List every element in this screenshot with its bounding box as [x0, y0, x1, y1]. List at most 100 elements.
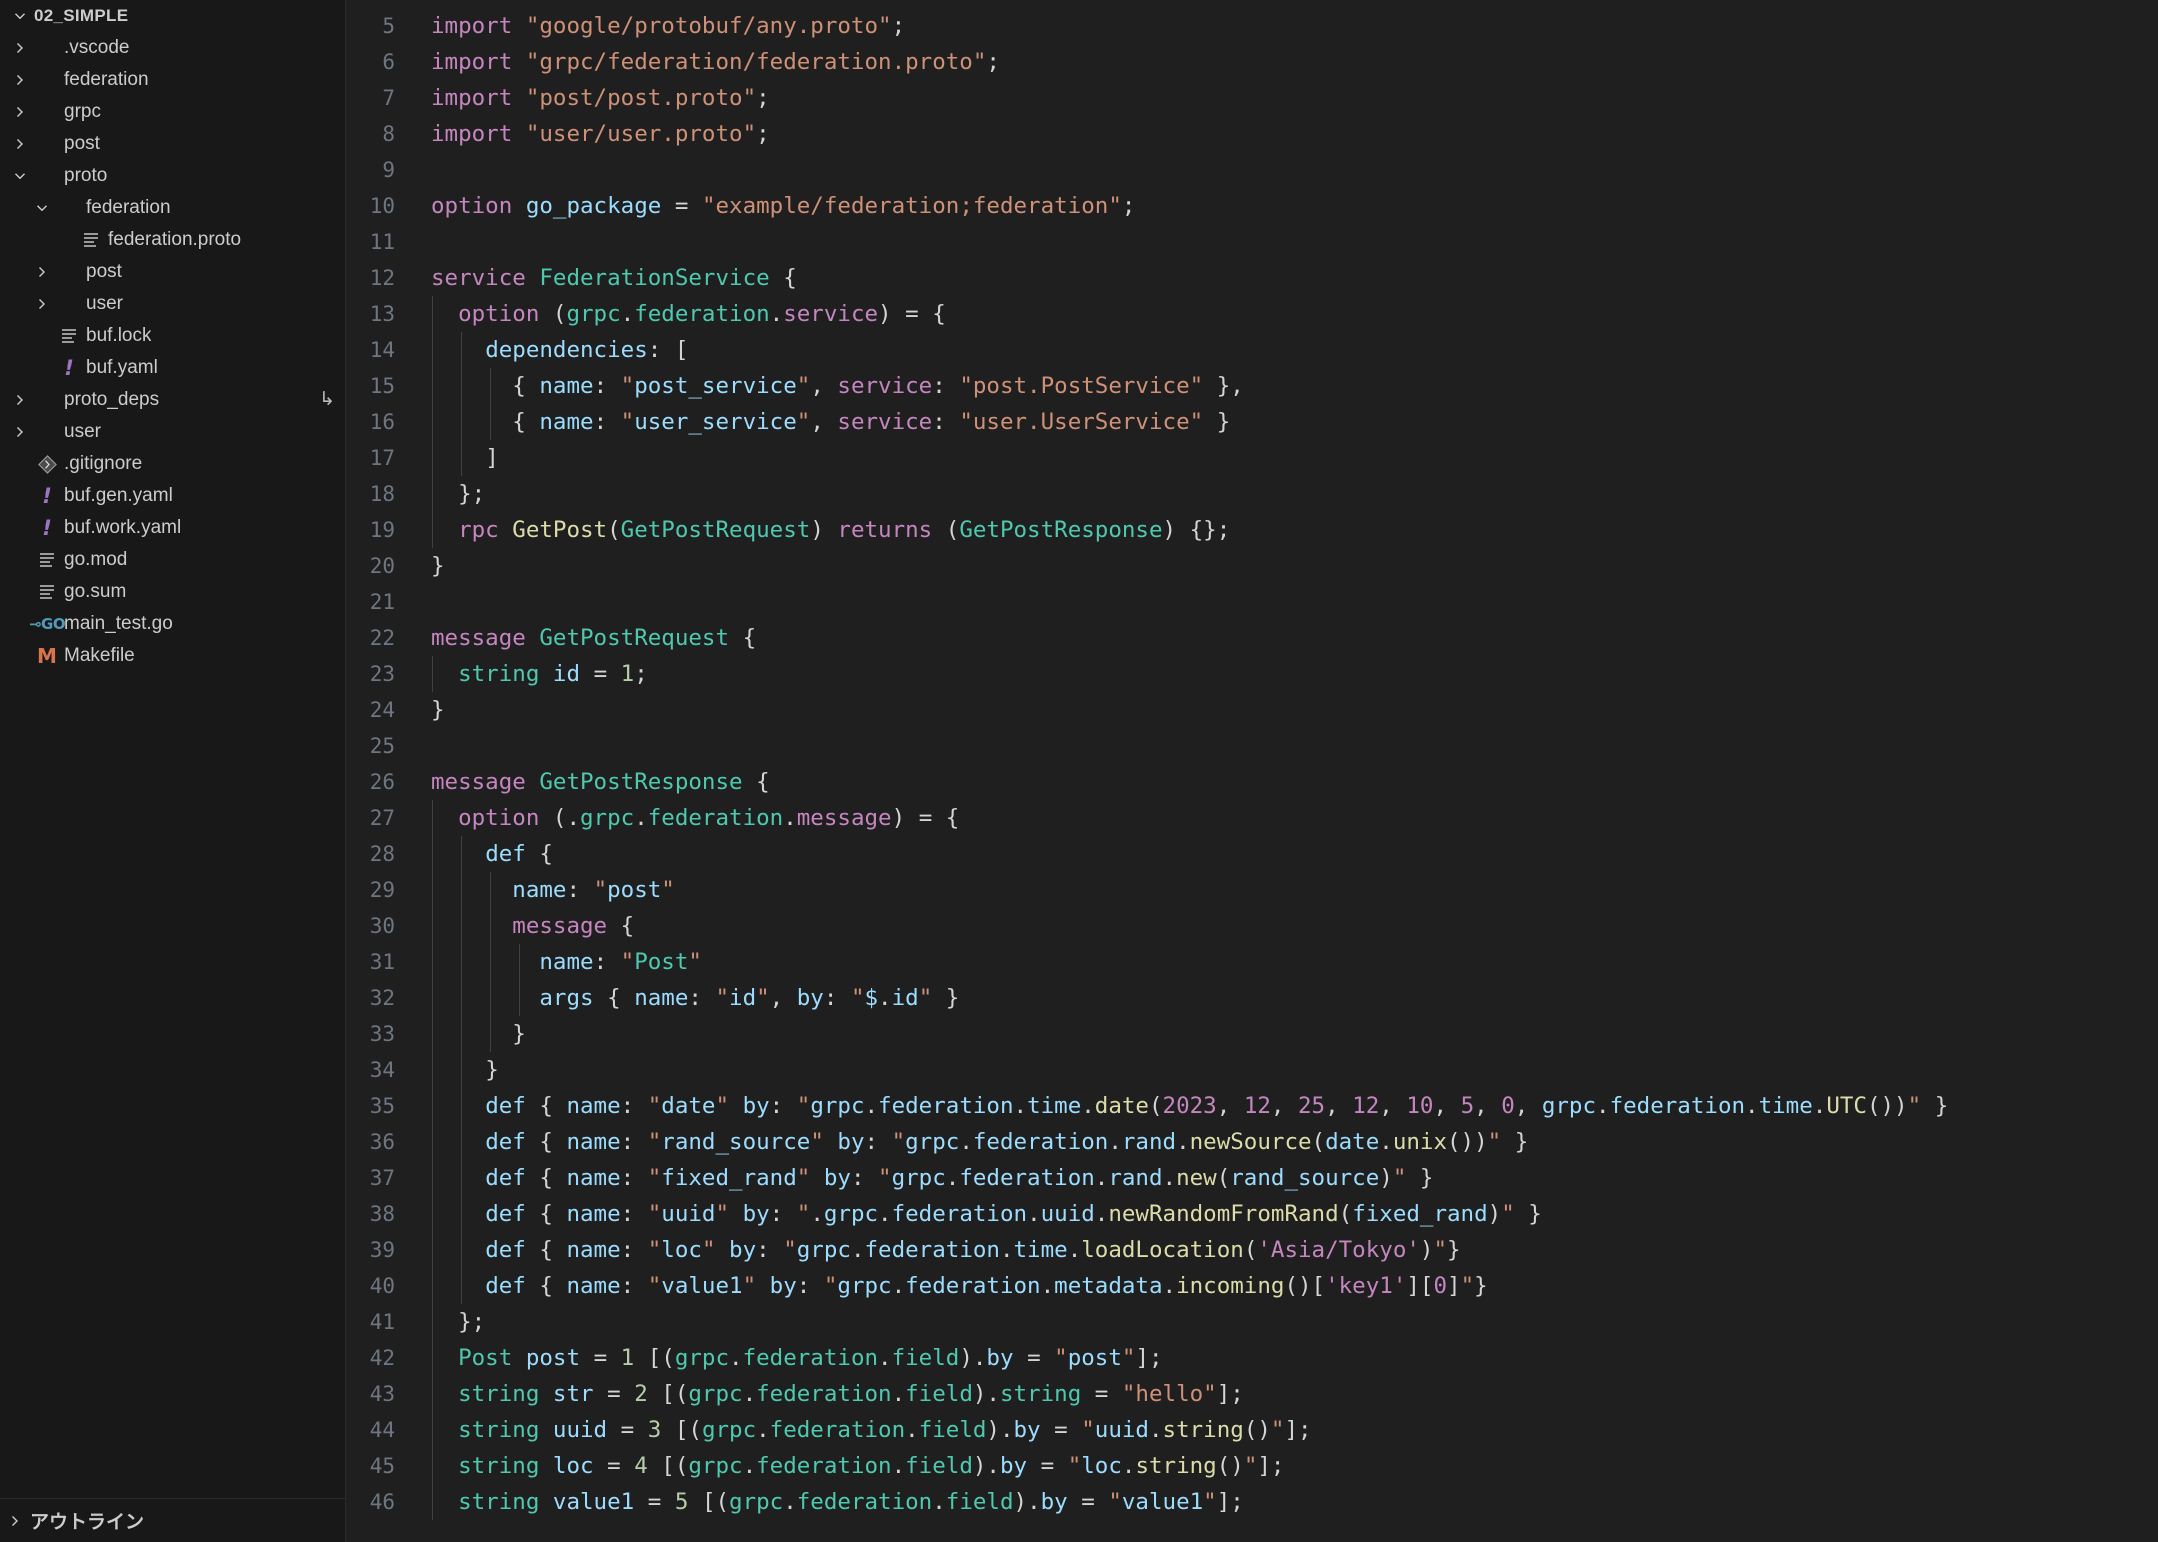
code-lines: 45import "google/protobuf/any.proto";6im… — [346, 0, 2158, 1520]
line-content: def { name: "loc" by: "grpc.federation.t… — [431, 1232, 2158, 1268]
code-line: 43 string str = 2 [(grpc.federation.fiel… — [346, 1376, 2158, 1412]
indent-guide — [489, 980, 491, 1016]
indent-guide — [432, 1268, 433, 1304]
tree-item-label: user — [86, 293, 123, 314]
tree-row[interactable]: user — [0, 416, 345, 448]
tree-row[interactable]: .vscode — [0, 32, 345, 64]
line-content: Post post = 1 [(grpc.federation.field).b… — [431, 1340, 2158, 1376]
tree-row[interactable]: buf.lock — [0, 320, 345, 352]
line-content: string value1 = 5 [(grpc.federation.fiel… — [431, 1484, 2158, 1520]
line-number: 10 — [369, 194, 395, 218]
code-line: 28 def { — [346, 836, 2158, 872]
tree-row[interactable]: federation.proto — [0, 224, 345, 256]
line-number: 29 — [369, 878, 395, 902]
tree-root-row[interactable]: 02_SIMPLE — [0, 0, 345, 32]
line-content: dependencies: [ — [431, 332, 2158, 368]
code-tokens: def { name: "uuid" by: ".grpc.federation… — [485, 1201, 1542, 1227]
tree-item-label: proto_deps — [64, 389, 160, 410]
tree-item-label: buf.lock — [86, 325, 152, 346]
line-number: 23 — [369, 662, 395, 686]
line-number: 30 — [369, 914, 395, 938]
tree-item-label: Makefile — [64, 645, 135, 666]
line-content: name: "Post" — [431, 944, 2158, 980]
tree-row[interactable]: post — [0, 128, 345, 160]
tree-row[interactable]: M Makefile — [0, 640, 345, 672]
line-number: 27 — [369, 806, 395, 830]
line-content: string str = 2 [(grpc.federation.field).… — [431, 1376, 2158, 1412]
code-tokens: { name: "user_service", service: "user.U… — [512, 409, 1231, 435]
tree-row[interactable]: grpc — [0, 96, 345, 128]
indent-guide — [432, 296, 433, 332]
code-editor[interactable]: 45import "google/protobuf/any.proto";6im… — [346, 0, 2158, 1542]
indent-guide — [432, 944, 433, 980]
line-content: }; — [431, 1304, 2158, 1340]
line-content: service FederationService { — [431, 260, 2158, 296]
indent-guide — [460, 872, 462, 908]
line-content — [431, 224, 2158, 260]
code-line: 38 def { name: "uuid" by: ".grpc.federat… — [346, 1196, 2158, 1232]
chevron-down-icon — [6, 168, 34, 184]
tree-row[interactable]: go.mod — [0, 544, 345, 576]
file-tree[interactable]: 02_SIMPLE .vscode federation grpc post proto f… — [0, 0, 345, 1498]
tree-row[interactable]: post — [0, 256, 345, 288]
indent-guide — [432, 1088, 433, 1124]
code-tokens: string uuid = 3 [(grpc.federation.field)… — [458, 1417, 1312, 1443]
indent-guide — [460, 368, 462, 404]
tree-item-label: buf.gen.yaml — [64, 485, 173, 506]
indent-guide — [489, 1016, 491, 1052]
code-tokens: ] — [485, 445, 499, 471]
indent-guide — [432, 404, 433, 440]
code-line: 46 string value1 = 5 [(grpc.federation.f… — [346, 1484, 2158, 1520]
code-line: 33 } — [346, 1016, 2158, 1052]
code-tokens: import "post/post.proto"; — [431, 85, 770, 111]
chevron-down-icon — [28, 200, 56, 216]
tree-row[interactable]: .gitignore — [0, 448, 345, 480]
indent-guide — [460, 1160, 462, 1196]
tree-row[interactable]: ! buf.work.yaml — [0, 512, 345, 544]
line-number: 22 — [369, 626, 395, 650]
tree-row[interactable]: ! buf.gen.yaml — [0, 480, 345, 512]
tree-row[interactable]: ! buf.yaml — [0, 352, 345, 384]
line-content — [431, 584, 2158, 620]
chevron-right-icon — [6, 392, 34, 408]
tree-item-label: .gitignore — [64, 453, 143, 474]
tree-row[interactable]: federation — [0, 192, 345, 224]
chevron-right-icon — [6, 136, 34, 152]
code-line: 22 message GetPostRequest { — [346, 620, 2158, 656]
line-number: 12 — [369, 266, 395, 290]
indent-guide — [432, 908, 433, 944]
line-content: message GetPostRequest { — [431, 620, 2158, 656]
tree-row[interactable]: go.sum — [0, 576, 345, 608]
code-tokens: option go_package = "example/federation;… — [431, 193, 1136, 219]
file-lines-icon — [34, 582, 60, 602]
line-number: 36 — [369, 1130, 395, 1154]
code-tokens: { name: "post_service", service: "post.P… — [512, 373, 1244, 399]
go-file-icon: ⊸GO — [28, 615, 66, 633]
tree-item-label: grpc — [64, 101, 101, 122]
code-line: 25 — [346, 728, 2158, 764]
indent-guide — [432, 332, 433, 368]
git-file-icon — [34, 454, 60, 475]
indent-guide — [460, 1052, 462, 1088]
indent-guide — [432, 1340, 433, 1376]
code-line: 4 — [346, 0, 2158, 8]
line-number: 7 — [382, 86, 395, 110]
outline-panel-header[interactable]: アウトライン — [0, 1498, 345, 1542]
code-line: 36 def { name: "rand_source" by: "grpc.f… — [346, 1124, 2158, 1160]
tree-row[interactable]: federation — [0, 64, 345, 96]
tree-row[interactable]: proto — [0, 160, 345, 192]
tree-row[interactable]: ⊸GO main_test.go — [0, 608, 345, 640]
yaml-file-icon: ! — [42, 515, 52, 540]
line-content: } — [431, 692, 2158, 728]
tree-row[interactable]: user — [0, 288, 345, 320]
indent-guide — [489, 944, 491, 980]
code-line: 6 import "grpc/federation/federation.prot… — [346, 44, 2158, 80]
code-tokens: def { name: "loc" by: "grpc.federation.t… — [485, 1237, 1461, 1263]
line-content: def { name: "value1" by: "grpc.federatio… — [431, 1268, 2158, 1304]
tree-item-label: main_test.go — [64, 613, 173, 634]
tree-row[interactable]: proto_deps ↳ — [0, 384, 345, 416]
chevron-down-icon — [6, 8, 34, 24]
symlink-arrow-icon: ↳ — [319, 389, 335, 410]
chevron-right-icon — [6, 40, 34, 56]
indent-guide — [460, 1232, 462, 1268]
